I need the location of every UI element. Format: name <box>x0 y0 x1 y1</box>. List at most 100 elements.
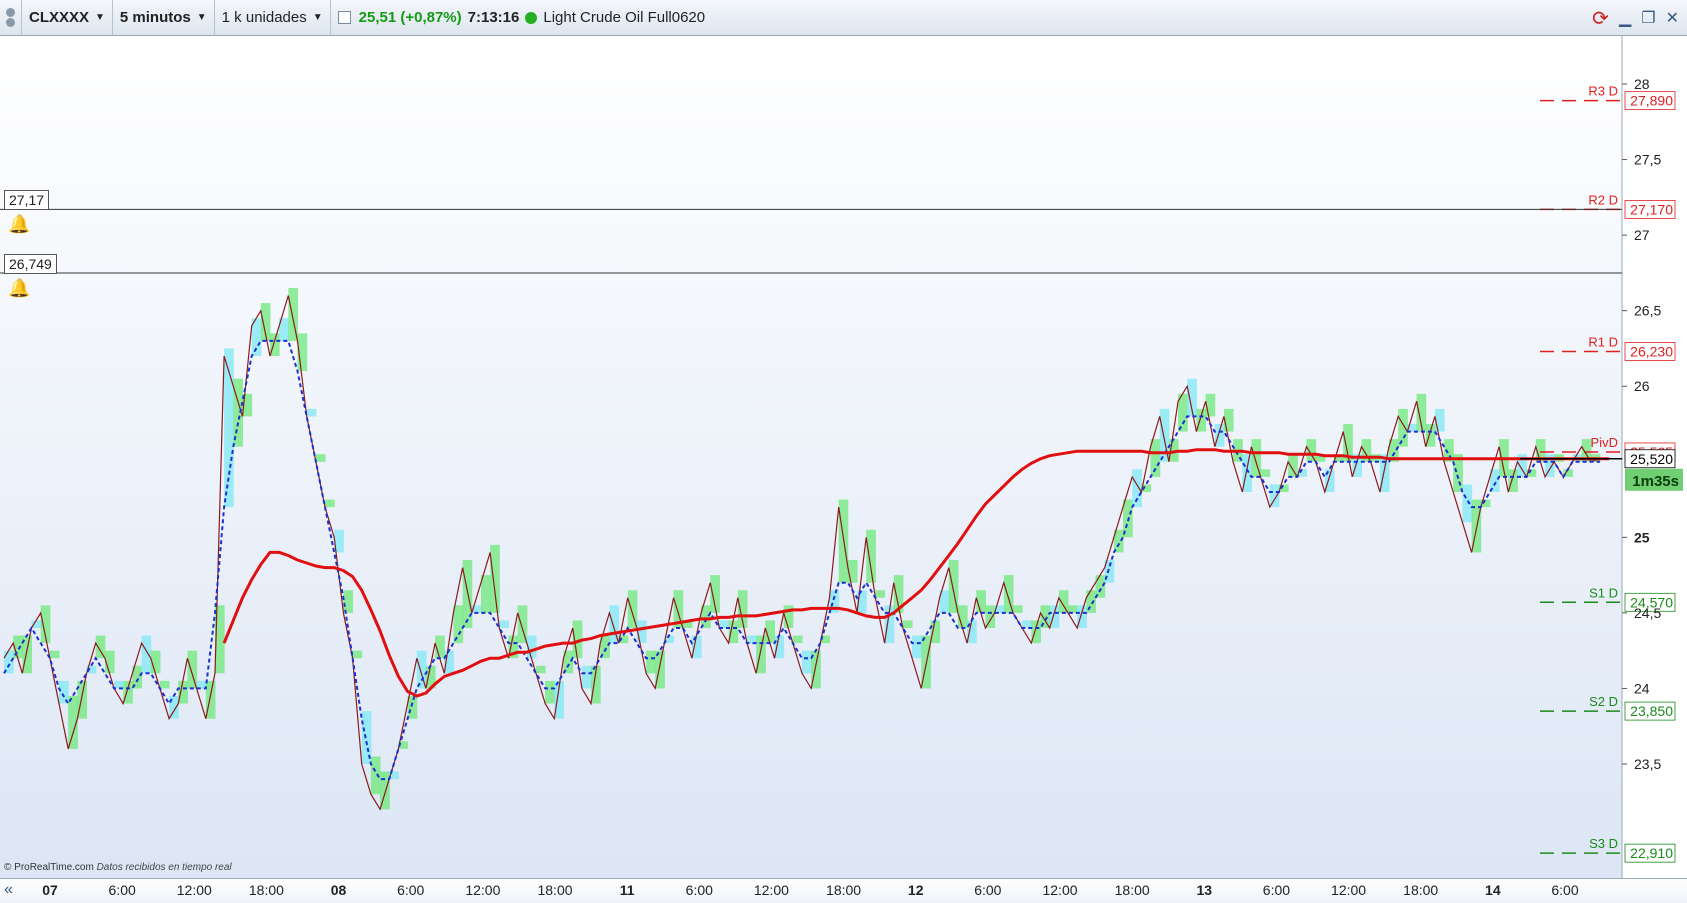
x-tick-label: 6:00 <box>1262 882 1291 898</box>
x-tick-label: 08 <box>330 882 347 898</box>
cloud-segment <box>370 756 381 795</box>
cloud-segment <box>1306 439 1317 462</box>
quote-info: 25,51 (+0,87%) 7:13:16 Light Crude Oil F… <box>331 0 712 36</box>
credit-note: Datos recibidos en tiempo real <box>96 862 232 873</box>
close-icon[interactable]: ✕ <box>1666 8 1679 28</box>
green-dot-icon <box>525 11 538 24</box>
cloud-segment <box>1251 439 1262 477</box>
instrument-name: Light Crude Oil Full0620 <box>543 9 706 26</box>
price-change: 25,51 (+0,87%) <box>358 9 462 26</box>
timeframe-label: 5 minutos <box>119 9 191 26</box>
x-tick-label: 6:00 <box>108 882 136 898</box>
cloud-segment <box>802 650 812 674</box>
chart-svg[interactable]: R3 D27,890R2 D27,170R1 D26,230PivD25,565… <box>0 36 1687 878</box>
cloud-segment <box>902 620 913 628</box>
cloud-segment <box>141 635 152 674</box>
x-tick-label: 18:00 <box>1403 882 1439 898</box>
grip-icon[interactable] <box>0 0 22 36</box>
cloud-segment <box>306 408 317 417</box>
y-tick-label: 24 <box>1634 680 1650 696</box>
x-tick-label: 12:00 <box>753 882 789 898</box>
pivot-value: 26,230 <box>1630 343 1673 359</box>
cloud-segment <box>792 635 803 644</box>
data-credit: © ProRealTime.com Datos recibidos en tie… <box>4 862 232 873</box>
cloud-segment <box>1205 393 1216 417</box>
cloud-segment <box>545 680 555 704</box>
cloud-segment <box>114 680 124 689</box>
cloud-segment <box>1260 469 1271 477</box>
countdown-timer: 1m35s <box>1632 473 1679 490</box>
pivot-name: S1 D <box>1589 585 1618 600</box>
cloud-segment <box>875 590 886 598</box>
cloud-segment <box>646 650 656 674</box>
x-tick-label: 12:00 <box>1331 882 1367 898</box>
cloud-segment <box>31 620 42 628</box>
y-tick-label: 23,5 <box>1634 756 1661 772</box>
units-selector[interactable]: 1 k unidades ▼ <box>215 0 331 36</box>
y-tick-label: 27,5 <box>1634 152 1661 168</box>
cloud-segment <box>315 454 326 462</box>
alert-price-label[interactable]: 26,749 <box>4 254 57 274</box>
minimize-icon[interactable]: ▁ <box>1619 8 1631 28</box>
cloud-segment <box>1058 590 1069 613</box>
alert-price-label[interactable]: 27,17 <box>4 190 50 210</box>
symbol-selector[interactable]: CLXXXX ▼ <box>22 0 113 36</box>
settings-square-icon[interactable] <box>337 11 351 24</box>
cloud-segment <box>536 665 546 674</box>
x-tick-label: 14 <box>1485 882 1501 898</box>
cloud-segment <box>1150 439 1161 477</box>
x-tick-label: 6:00 <box>397 882 425 898</box>
y-tick-label: 26 <box>1634 378 1650 394</box>
x-tick-label: 6:00 <box>685 882 713 898</box>
cloud-segment <box>581 665 592 689</box>
window-controls: ⟳ ▁ ❐ ✕ <box>1592 0 1679 36</box>
cloud-segment <box>746 635 757 644</box>
time-axis[interactable]: « 07 6:00 12:00 18:00 08 6:00 12:00 18:00 11 6:00… <box>0 878 1687 903</box>
cloud-segment <box>499 620 509 628</box>
double-chevron-left-icon[interactable]: « <box>4 881 13 899</box>
x-tick-label: 11 <box>619 882 635 898</box>
x-tick-label: 13 <box>1196 882 1213 898</box>
pivot-value: 23,850 <box>1630 703 1673 719</box>
price-chart[interactable]: R3 D27,890R2 D27,170R1 D26,230PivD25,565… <box>0 36 1687 878</box>
cloud-segment <box>866 529 876 583</box>
bell-icon[interactable]: 🔔 <box>8 214 30 235</box>
timeframe-selector[interactable]: 5 minutos ▼ <box>113 0 215 36</box>
x-tick-label: 12 <box>907 882 924 898</box>
cloud-segment <box>453 605 464 644</box>
y-tick-label: 24,5 <box>1634 605 1661 621</box>
cloud-segment <box>343 590 354 613</box>
pivot-name: R2 D <box>1588 192 1618 207</box>
pivot-name: S2 D <box>1589 694 1618 709</box>
restore-icon[interactable]: ❐ <box>1641 8 1655 28</box>
pivot-name: R1 D <box>1588 334 1618 349</box>
cloud-segment <box>719 620 730 628</box>
cloud-segment <box>49 650 60 659</box>
last-price-value: 25,520 <box>1630 451 1673 467</box>
cloud-segment <box>948 560 959 613</box>
cloud-segment <box>1132 469 1142 508</box>
cloud-segment <box>178 680 188 704</box>
pivot-name: S3 D <box>1589 836 1618 851</box>
pivot-value: 27,890 <box>1630 93 1673 109</box>
y-tick-label: 26,5 <box>1634 303 1661 319</box>
cloud-segment <box>480 575 491 613</box>
chart-toolbar: CLXXXX ▼ 5 minutos ▼ 1 k unidades ▼ 25,5… <box>0 0 1687 36</box>
y-tick-label: 28 <box>1634 76 1650 92</box>
refresh-icon[interactable]: ⟳ <box>1592 6 1609 31</box>
x-tick-label: 6:00 <box>1551 882 1579 898</box>
symbol-label: CLXXXX <box>29 9 90 26</box>
chevron-down-icon: ▼ <box>196 12 207 23</box>
x-tick-label: 18:00 <box>537 882 573 898</box>
x-tick-label: 18:00 <box>826 882 862 898</box>
bell-icon[interactable]: 🔔 <box>8 278 30 299</box>
cloud-segment <box>187 650 198 689</box>
cloud-segment <box>159 680 170 689</box>
chevron-down-icon: ▼ <box>95 12 105 23</box>
x-tick-label: 18:00 <box>1114 882 1150 898</box>
cloud-segment <box>352 650 363 659</box>
pivot-name: R3 D <box>1588 84 1618 99</box>
cloud-segment <box>1288 454 1298 477</box>
cloud-segment <box>1012 605 1023 613</box>
cloud-segment <box>517 605 528 644</box>
